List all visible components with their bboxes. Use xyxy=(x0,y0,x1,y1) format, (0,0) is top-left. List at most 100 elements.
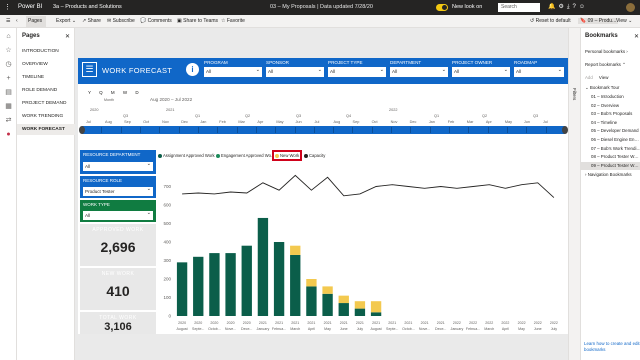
bar-new-work[interactable] xyxy=(338,295,349,304)
personal-bookmarks[interactable]: Personal bookmarks › xyxy=(581,48,640,56)
bar-approved-work[interactable] xyxy=(209,253,220,316)
resource-role-dropdown[interactable]: Product Tester xyxy=(83,185,153,196)
granularity-selector[interactable]: Y Q M W D xyxy=(88,90,142,95)
close-icon[interactable]: ✕ xyxy=(634,33,639,40)
bar-approved-work[interactable] xyxy=(176,262,188,316)
x-tick-label: 2020 xyxy=(210,321,218,325)
search-input[interactable]: Search xyxy=(498,3,540,12)
favorite-button[interactable]: ☆ Favorite xyxy=(221,18,245,24)
info-icon[interactable]: i xyxy=(186,63,199,76)
comments-button[interactable]: 💬 Comments xyxy=(140,18,172,24)
bookmark-item[interactable]: 05 – Developer Demand xyxy=(581,127,640,135)
slicer-program[interactable]: PROGRAM All xyxy=(204,60,262,82)
workspace-name[interactable]: 3a – Products and Solutions xyxy=(53,4,122,10)
view-menu[interactable]: View ⌄ xyxy=(616,18,632,24)
home-icon[interactable]: ⌂ xyxy=(4,32,13,41)
bar-new-work[interactable] xyxy=(290,245,301,255)
slicer-roadmap[interactable]: ROADMAP All xyxy=(514,60,564,82)
page-item-overview[interactable]: OVERVIEW xyxy=(17,59,75,70)
hamburger-menu-icon[interactable]: ☰ xyxy=(82,62,97,77)
app-name[interactable]: Power BI xyxy=(18,4,42,10)
slicer-department[interactable]: DEPARTMENT All xyxy=(390,60,448,82)
bar-approved-work[interactable] xyxy=(225,253,236,316)
bookmark-item[interactable]: 02 – Overview xyxy=(581,102,640,110)
legend-item[interactable]: Assignment Approved Work xyxy=(158,153,215,158)
create-icon[interactable]: + xyxy=(4,74,13,83)
bar-approved-work[interactable] xyxy=(273,242,285,316)
export-button[interactable]: Export ⌄ xyxy=(56,18,76,24)
learn-bookmarks-link[interactable]: Learn how to create and edit bookmarks xyxy=(584,341,640,353)
shared-icon[interactable]: ⇄ xyxy=(4,116,13,125)
app-launcher-icon[interactable]: ⋮ xyxy=(4,4,11,11)
avatar[interactable] xyxy=(626,3,635,12)
slicer-sponsor[interactable]: SPONSOR All xyxy=(266,60,324,82)
favorites-icon[interactable]: ☆ xyxy=(4,46,13,55)
workspace-icon[interactable]: ● xyxy=(4,130,13,139)
subscribe-button[interactable]: ✉ Subscribe xyxy=(107,18,135,24)
add-bookmark-button[interactable]: Add xyxy=(585,75,593,80)
datasets-icon[interactable]: ▤ xyxy=(4,88,13,97)
bar-approved-work[interactable] xyxy=(338,303,349,316)
recent-icon[interactable]: ◷ xyxy=(4,60,13,69)
page-item-work-trending[interactable]: WORK TRENDING xyxy=(17,111,75,122)
legend-item[interactable]: Engagement Approved Wo... xyxy=(216,153,274,158)
timeline-start-handle[interactable] xyxy=(79,126,85,134)
page-item-timeline[interactable]: TIMELINE xyxy=(17,72,75,83)
x-tick-label: Nove... xyxy=(225,327,236,331)
work-type-dropdown[interactable]: All xyxy=(83,209,153,220)
page-item-work-forecast[interactable]: WORK FORECAST xyxy=(17,124,75,135)
bar-new-work[interactable] xyxy=(322,286,333,294)
x-tick-label: 2021 xyxy=(356,321,364,325)
bar-approved-work[interactable] xyxy=(241,245,252,316)
bookmark-group-navigation[interactable]: › Navigation Bookmarks xyxy=(581,171,640,179)
bookmark-menu[interactable]: 🔖 09 – Produ... xyxy=(578,18,619,24)
new-look-toggle[interactable] xyxy=(436,4,448,11)
bar-approved-work[interactable] xyxy=(370,312,382,316)
page-item-introduction[interactable]: INTRODUCTION xyxy=(17,46,75,57)
bar-approved-work[interactable] xyxy=(257,217,269,316)
view-bookmark-button[interactable]: View xyxy=(599,75,608,80)
page-item-project-demand[interactable]: PROJECT DEMAND xyxy=(17,98,75,109)
close-icon[interactable]: ✕ xyxy=(65,33,70,40)
bookmark-item[interactable]: 04 – Timeline xyxy=(581,119,640,127)
bar-new-work[interactable] xyxy=(354,301,366,309)
report-name[interactable]: 03 – My Proposals | Data updated 7/28/20 xyxy=(270,4,373,10)
x-tick-label: 2021 xyxy=(404,321,412,325)
y-tick-label: 200 xyxy=(163,277,171,282)
back-arrow-icon[interactable]: ‹ xyxy=(16,18,18,24)
reset-button[interactable]: ↺ Reset to default xyxy=(530,18,571,24)
bar-approved-work[interactable] xyxy=(322,293,333,316)
bar-new-work[interactable] xyxy=(370,301,382,313)
page-item-role-demand[interactable]: ROLE DEMAND xyxy=(17,85,75,96)
bar-approved-work[interactable] xyxy=(290,254,301,316)
bookmark-item[interactable]: 06 – Diesel Engine Enha... xyxy=(581,136,640,144)
bookmark-item[interactable]: 09 – Product Tester Wor... xyxy=(581,161,640,170)
share-teams-button[interactable]: ▣ Share to Teams xyxy=(177,18,218,24)
bookmark-item[interactable]: 03 – Bob's Proposals xyxy=(581,110,640,118)
x-tick-label: April xyxy=(502,327,509,331)
bar-new-work[interactable] xyxy=(306,279,317,287)
filters-pane-collapsed[interactable]: Filters xyxy=(568,28,580,360)
apps-icon[interactable]: ▦ xyxy=(4,102,13,111)
bar-approved-work[interactable] xyxy=(354,308,366,316)
timeline-bar[interactable] xyxy=(79,126,568,134)
share-button[interactable]: ↗ Share xyxy=(82,18,101,24)
pages-button[interactable]: Pages xyxy=(26,16,46,27)
slicer-project-type[interactable]: PROJECT TYPE All xyxy=(328,60,386,82)
capacity-line[interactable] xyxy=(182,174,555,198)
x-tick-label: 2020 xyxy=(178,321,186,325)
filters-tab[interactable]: Filters xyxy=(572,88,577,100)
bar-approved-work[interactable] xyxy=(306,286,317,316)
bookmark-item[interactable]: 01 – Introduction xyxy=(581,93,640,101)
report-bookmarks[interactable]: Report bookmarks ⌃ xyxy=(581,61,640,69)
pages-title: Pages xyxy=(22,33,40,39)
resource-department-dropdown[interactable]: All xyxy=(83,160,153,171)
bookmark-item[interactable]: 08 – Product Tester Wor... xyxy=(581,153,640,161)
bar-approved-work[interactable] xyxy=(193,256,204,316)
legend-item[interactable]: Capacity xyxy=(304,153,325,158)
bookmark-group-tour[interactable]: ⌄ Bookmark Tour xyxy=(581,84,640,92)
menu-icon[interactable]: ☰ xyxy=(6,18,10,24)
bookmark-item[interactable]: 07 – Bob's Work Trending xyxy=(581,145,640,153)
titlebar-icons[interactable]: 🔔⚙⤓?☺ xyxy=(548,3,588,11)
slicer-project-owner[interactable]: PROJECT OWNER All xyxy=(452,60,510,82)
